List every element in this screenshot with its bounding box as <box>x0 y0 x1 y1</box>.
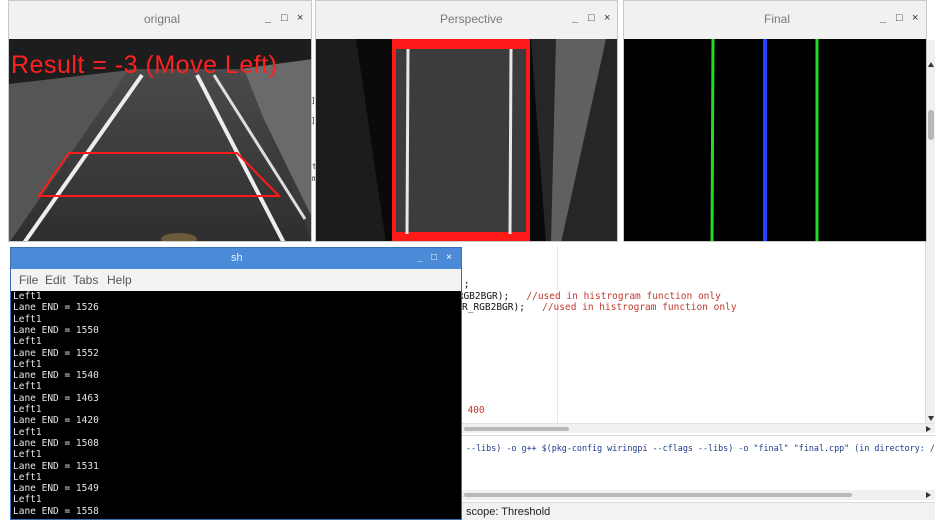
window-titlebar[interactable]: Final _ □ × <box>624 1 926 39</box>
window-titlebar[interactable]: Perspective _ □ × <box>316 1 617 39</box>
terminal-line: Lane END = 1552 <box>13 347 99 359</box>
minimize-button[interactable]: _ <box>265 12 271 24</box>
scrollbar-thumb[interactable] <box>928 110 934 140</box>
scroll-up-arrow-icon[interactable] <box>928 62 934 67</box>
terminal-line: Left1 <box>13 471 42 483</box>
terminal-titlebar[interactable]: sh _ □ × <box>11 248 461 269</box>
terminal-line: Left1 <box>13 494 42 506</box>
terminal-line: Lane END = 1540 <box>13 370 99 382</box>
terminal-menubar: File Edit Tabs Help <box>11 269 461 291</box>
terminal-line: Left1 <box>13 381 42 393</box>
compiler-message-pane: --libs) -o g++ $(pkg-config wiringpi --c… <box>462 435 935 490</box>
terminal-title: sh <box>231 252 243 264</box>
perspective-warped-image <box>316 39 617 241</box>
status-text: scope: Threshold <box>466 506 551 518</box>
terminal-output[interactable]: Left1 Lane END = 1526 Left1 Lane END = 1550… <box>11 291 461 519</box>
maximize-button[interactable]: □ <box>588 12 595 24</box>
terminal-line: Left1 <box>13 404 42 415</box>
result-overlay-text: Result = -3 (Move Left) <box>11 51 278 79</box>
close-button[interactable]: × <box>297 12 303 24</box>
scroll-right-arrow-icon[interactable] <box>926 492 931 498</box>
long-line-marker <box>557 246 558 428</box>
terminal-line: Lane END = 1549 <box>13 483 99 495</box>
window-titlebar[interactable]: orignal _ □ × <box>9 1 311 39</box>
terminal-line: Lane END = 1420 <box>13 415 99 427</box>
message-horizontal-scrollbar[interactable] <box>462 490 935 500</box>
minimize-button[interactable]: _ <box>417 252 423 263</box>
terminal-line: Left1 <box>13 313 42 325</box>
window-title: Final <box>764 12 791 26</box>
final-lane-image <box>624 39 926 241</box>
scrollbar-thumb[interactable] <box>464 427 569 431</box>
close-button[interactable]: × <box>446 252 452 263</box>
scroll-down-arrow-icon[interactable] <box>928 416 934 421</box>
terminal-line: Lane END = 1463 <box>13 392 99 404</box>
terminal-line: Left1 <box>13 358 42 370</box>
menu-file[interactable]: File <box>19 273 38 287</box>
maximize-button[interactable]: □ <box>896 12 903 24</box>
code-comment: //used in histrogram function only <box>526 291 721 302</box>
window-title: orignal <box>144 12 181 26</box>
close-button[interactable]: × <box>912 12 918 24</box>
compiler-output[interactable]: --libs) -o g++ $(pkg-config wiringpi --c… <box>466 443 935 453</box>
editor-horizontal-scrollbar[interactable] <box>462 423 935 433</box>
menu-edit[interactable]: Edit <box>45 273 66 287</box>
perspective-image-window[interactable]: Perspective _ □ × <box>315 0 618 242</box>
lane-detection-image <box>624 39 926 241</box>
scrollbar-thumb[interactable] <box>464 493 852 497</box>
terminal-window[interactable]: sh _ □ × File Edit Tabs Help Left1 Lane E… <box>10 247 462 520</box>
window-title: Perspective <box>440 12 503 26</box>
birds-eye-image <box>316 39 617 241</box>
menu-tabs[interactable]: Tabs <box>73 273 98 287</box>
terminal-line: Lane END = 1550 <box>13 324 99 336</box>
minimize-button[interactable]: _ <box>880 12 886 24</box>
terminal-line: Left1 <box>13 336 42 348</box>
code-comment: //used in histrogram function only <box>542 302 737 313</box>
maximize-button[interactable]: □ <box>431 252 437 263</box>
maximize-button[interactable]: □ <box>281 12 288 24</box>
terminal-line: Lane END = 1508 <box>13 437 99 449</box>
terminal-line: Lane END = 1558 <box>13 505 99 517</box>
minimize-button[interactable]: _ <box>572 12 578 24</box>
original-camera-image: Result = -3 (Move Left) <box>9 39 311 241</box>
close-button[interactable]: × <box>604 12 610 24</box>
final-image-window[interactable]: Final _ □ × <box>623 0 927 242</box>
terminal-line: Lane END = 1531 <box>13 460 99 472</box>
scroll-right-arrow-icon[interactable] <box>926 426 931 432</box>
terminal-line: Left1 <box>13 449 42 461</box>
code-text: R_RGB2BGR); <box>462 302 525 313</box>
terminal-line: Left1 <box>13 426 42 438</box>
code-line-3[interactable]: R_RGB2BGR); //used in histrogram functio… <box>462 302 737 313</box>
terminal-line: Lane END = 1526 <box>13 302 99 314</box>
terminal-line: Left1 <box>13 291 42 302</box>
menu-help[interactable]: Help <box>107 273 132 287</box>
code-line-2[interactable]: _RGB2BGR); //used in histrogram function… <box>452 291 721 302</box>
original-image-window[interactable]: orignal _ □ × Result = -3 (Move Left) <box>8 0 312 242</box>
status-bar: scope: Threshold <box>462 502 935 520</box>
